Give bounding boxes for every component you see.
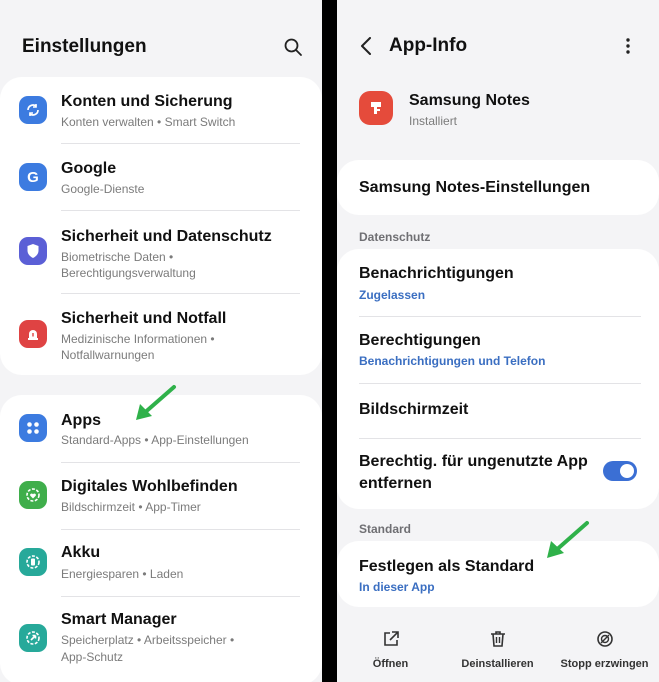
notifications-row[interactable]: Benachrichtigungen Zugelassen	[337, 249, 659, 316]
settings-card-accounts: Konten und Sicherung Konten verwalten • …	[0, 77, 322, 375]
settings-item-digital-wellbeing[interactable]: Digitales Wohlbefinden Bildschirmzeit • …	[0, 463, 322, 529]
sync-icon	[19, 96, 47, 124]
screen-time-row[interactable]: Bildschirmzeit	[337, 384, 659, 438]
settings-item-smart-manager[interactable]: Smart Manager Speicherplatz • Arbeitsspe…	[0, 597, 322, 682]
bottom-action-bar: Öffnen Deinstallieren Stopp erzwingen	[337, 618, 659, 682]
settings-item-subtitle: Speicherplatz • Arbeitsspeicher •	[61, 633, 235, 647]
permissions-title: Berechtigungen	[359, 332, 481, 349]
remove-unused-permissions-toggle[interactable]	[603, 461, 637, 481]
set-as-default-row[interactable]: Festlegen als Standard In dieser App	[337, 541, 659, 607]
green-arrow-annotation	[547, 521, 589, 558]
trash-icon	[490, 631, 505, 647]
app-info-screen: App-Info Samsung Notes Installiert Samsu…	[337, 0, 659, 682]
section-label-privacy: Datenschutz	[359, 230, 431, 244]
chevron-left-icon	[361, 37, 371, 55]
settings-item-google[interactable]: G Google Google-Dienste	[0, 144, 322, 210]
more-options-button[interactable]	[619, 34, 637, 58]
settings-item-subtitle: Energiesparen • Laden	[61, 567, 184, 581]
remove-unused-permissions-title: Berechtig. für ungenutzte App	[359, 453, 588, 470]
open-external-icon	[383, 631, 399, 646]
google-icon: G	[19, 163, 47, 191]
settings-item-title: Smart Manager	[61, 611, 177, 628]
settings-item-accounts[interactable]: Konten und Sicherung Konten verwalten • …	[0, 77, 322, 143]
permissions-value: Benachrichtigungen und Telefon	[359, 354, 546, 368]
settings-item-subtitle: Biometrische Daten •	[61, 250, 174, 264]
uninstall-label: Deinstallieren	[461, 658, 534, 670]
settings-item-title: Sicherheit und Notfall	[61, 310, 227, 327]
green-arrow-annotation	[136, 385, 176, 420]
notifications-title: Benachrichtigungen	[359, 265, 514, 282]
settings-item-subtitle: Google-Dienste	[61, 182, 145, 196]
app-name: Samsung Notes	[409, 92, 530, 109]
settings-item-title: Digitales Wohlbefinden	[61, 478, 238, 495]
settings-screen: Einstellungen Konten und Sicherung Konte…	[0, 0, 322, 682]
uninstall-button[interactable]: Deinstallieren	[444, 618, 551, 682]
settings-item-subtitle: Standard-Apps • App-Einstellungen	[61, 433, 249, 447]
screen-time-title: Bildschirmzeit	[359, 401, 469, 418]
settings-item-title: Sicherheit und Datenschutz	[61, 228, 272, 245]
battery-icon	[19, 548, 47, 576]
settings-item-battery[interactable]: Akku Energiesparen • Laden	[0, 530, 322, 596]
back-button[interactable]	[355, 34, 377, 58]
settings-item-subtitle-2: App-Schutz	[61, 650, 124, 664]
permissions-row[interactable]: Berechtigungen Benachrichtigungen und Te…	[337, 317, 659, 383]
settings-item-title: Apps	[61, 412, 101, 429]
settings-card-apps: Apps Standard-Apps • App-Einstellungen D…	[0, 395, 322, 682]
settings-item-title: Google	[61, 160, 117, 177]
app-status: Installiert	[409, 114, 458, 128]
settings-item-title: Akku	[61, 544, 101, 561]
page-title: Einstellungen	[22, 36, 147, 57]
remove-unused-permissions-title-2: entfernen	[359, 475, 432, 492]
search-icon	[284, 38, 302, 56]
settings-item-subtitle: Medizinische Informationen •	[61, 332, 215, 346]
remove-unused-permissions-row[interactable]: Berechtig. für ungenutzte App entfernen	[337, 439, 659, 509]
settings-item-subtitle: Konten verwalten • Smart Switch	[61, 115, 236, 129]
settings-item-subtitle-2: Notfallwarnungen	[61, 348, 155, 362]
page-title: App-Info	[389, 35, 468, 56]
wellbeing-icon	[19, 481, 47, 509]
apps-grid-icon	[19, 414, 47, 442]
search-button[interactable]	[280, 34, 306, 60]
force-stop-button[interactable]: Stopp erzwingen	[551, 618, 658, 682]
set-as-default-value: In dieser App	[359, 580, 435, 594]
settings-item-subtitle: Bildschirmzeit • App-Timer	[61, 500, 201, 514]
samsung-notes-app-icon	[359, 91, 393, 125]
set-as-default-title: Festlegen als Standard	[359, 558, 535, 575]
settings-item-title: Konten und Sicherung	[61, 93, 233, 110]
app-settings-row[interactable]: Samsung Notes-Einstellungen	[337, 160, 659, 215]
open-button[interactable]: Öffnen	[337, 618, 444, 682]
smart-manager-icon	[19, 624, 47, 652]
notifications-value: Zugelassen	[359, 288, 426, 302]
app-settings-label: Samsung Notes-Einstellungen	[359, 179, 591, 196]
open-label: Öffnen	[372, 658, 409, 670]
force-stop-label: Stopp erzwingen	[560, 658, 649, 670]
settings-item-security-privacy[interactable]: Sicherheit und Datenschutz Biometrische …	[0, 211, 322, 293]
stop-icon	[596, 631, 613, 647]
privacy-card: Benachrichtigungen Zugelassen Berechtigu…	[337, 249, 659, 509]
more-vertical-icon	[626, 38, 630, 54]
section-label-standard: Standard	[359, 522, 412, 536]
emergency-icon	[19, 320, 47, 348]
settings-item-safety-emergency[interactable]: Sicherheit und Notfall Medizinische Info…	[0, 294, 322, 375]
settings-item-subtitle-2: Berechtigungsverwaltung	[61, 266, 196, 280]
shield-icon	[19, 237, 47, 265]
